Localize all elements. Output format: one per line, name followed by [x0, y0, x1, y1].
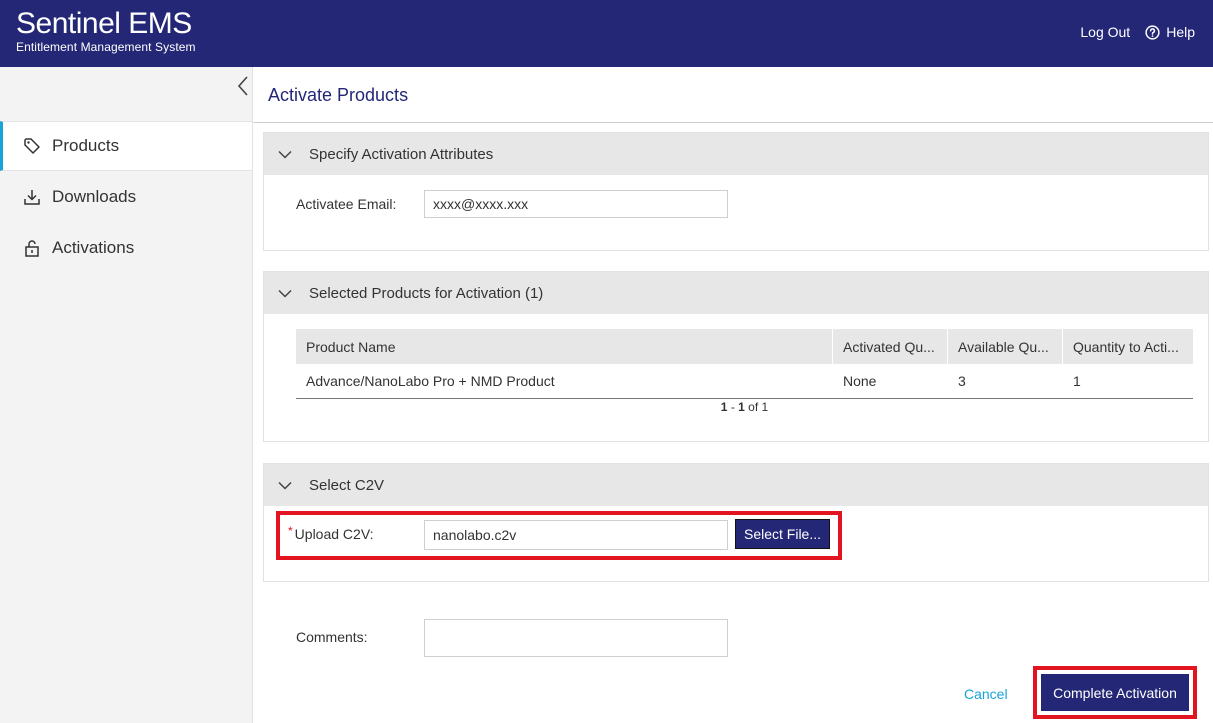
help-label: Help [1166, 24, 1195, 40]
sidebar-item-label: Activations [52, 238, 135, 257]
brand-logo: Sentinel EMS Entitlement Management Syst… [16, 7, 196, 55]
panel-title: Select C2V [309, 476, 385, 494]
help-link[interactable]: Help [1145, 24, 1195, 40]
collapse-sidebar-button[interactable] [236, 75, 250, 100]
cancel-link[interactable]: Cancel [964, 686, 1008, 702]
sidebar-item-activations[interactable]: Activations [0, 223, 252, 273]
column-header-product-name[interactable]: Product Name [296, 329, 833, 364]
column-header-activated-qty[interactable]: Activated Qu... [833, 329, 948, 364]
help-icon [1145, 24, 1160, 40]
brand-subtitle: Entitlement Management System [16, 40, 196, 54]
tag-icon [22, 136, 42, 156]
panel-title: Specify Activation Attributes [309, 145, 494, 163]
sidebar-item-downloads[interactable]: Downloads [0, 172, 252, 222]
table-header: Product Name Activated Qu... Available Q… [296, 329, 1193, 364]
required-asterisk: * [288, 524, 293, 538]
sidebar: Products Downloads Activations [0, 67, 253, 723]
pager-sep: - [727, 400, 739, 414]
c2v-file-field[interactable]: nanolabo.c2v [424, 520, 728, 550]
sidebar-item-label: Downloads [52, 187, 137, 206]
title-divider [253, 122, 1213, 123]
main-content: Activate Products Specify Activation Att… [253, 67, 1213, 723]
pager-total: of 1 [744, 400, 769, 414]
activation-attributes-header[interactable]: Specify Activation Attributes [264, 133, 1208, 175]
activatee-email-field[interactable]: xxxx@xxxx.xxx [424, 190, 728, 218]
upload-c2v-label-text: Upload C2V: [294, 526, 374, 542]
table-pager: 1 - 1 of 1 [296, 400, 1193, 414]
complete-activation-button[interactable]: Complete Activation [1041, 674, 1189, 711]
activation-attributes-panel: Specify Activation Attributes Activatee … [263, 132, 1209, 251]
chevron-down-icon [278, 289, 292, 298]
selected-products-header[interactable]: Selected Products for Activation (1) [264, 272, 1208, 314]
select-c2v-panel: Select C2V * Upload C2V: nanolabo.c2v Sel… [263, 463, 1209, 582]
logout-link[interactable]: Log Out [1080, 24, 1130, 40]
email-label: Activatee Email: [296, 196, 397, 212]
sidebar-item-products[interactable]: Products [0, 121, 252, 171]
header-links: Log Out Help [1080, 24, 1195, 40]
lock-open-icon [22, 238, 42, 258]
panel-title: Selected Products for Activation (1) [309, 284, 544, 302]
table-row: Advance/NanoLabo Pro + NMD Product None … [296, 364, 1193, 399]
select-c2v-header[interactable]: Select C2V [264, 464, 1208, 506]
cell-product-name: Advance/NanoLabo Pro + NMD Product [306, 373, 555, 389]
chevron-down-icon [278, 481, 292, 490]
page-title: Activate Products [268, 85, 409, 105]
app-header: Sentinel EMS Entitlement Management Syst… [0, 0, 1213, 67]
cell-available-qty: 3 [958, 373, 966, 389]
sidebar-item-label: Products [52, 136, 120, 155]
download-icon [22, 187, 42, 207]
cell-quantity-to-activate: 1 [1073, 373, 1081, 389]
comments-field[interactable] [424, 619, 728, 657]
chevron-down-icon [278, 150, 292, 159]
products-table: Product Name Activated Qu... Available Q… [296, 329, 1193, 414]
brand-title: Sentinel EMS [16, 7, 192, 40]
selected-products-panel: Selected Products for Activation (1) Pro… [263, 271, 1209, 442]
column-header-quantity-to-activate[interactable]: Quantity to Acti... [1063, 329, 1193, 364]
pager-to: 1 [738, 400, 745, 414]
comments-label: Comments: [296, 629, 368, 645]
chevron-left-icon [237, 76, 248, 96]
column-header-available-qty[interactable]: Available Qu... [948, 329, 1063, 364]
select-file-button[interactable]: Select File... [735, 519, 830, 549]
cell-activated-qty: None [843, 373, 877, 389]
upload-c2v-label: * Upload C2V: [288, 524, 374, 542]
